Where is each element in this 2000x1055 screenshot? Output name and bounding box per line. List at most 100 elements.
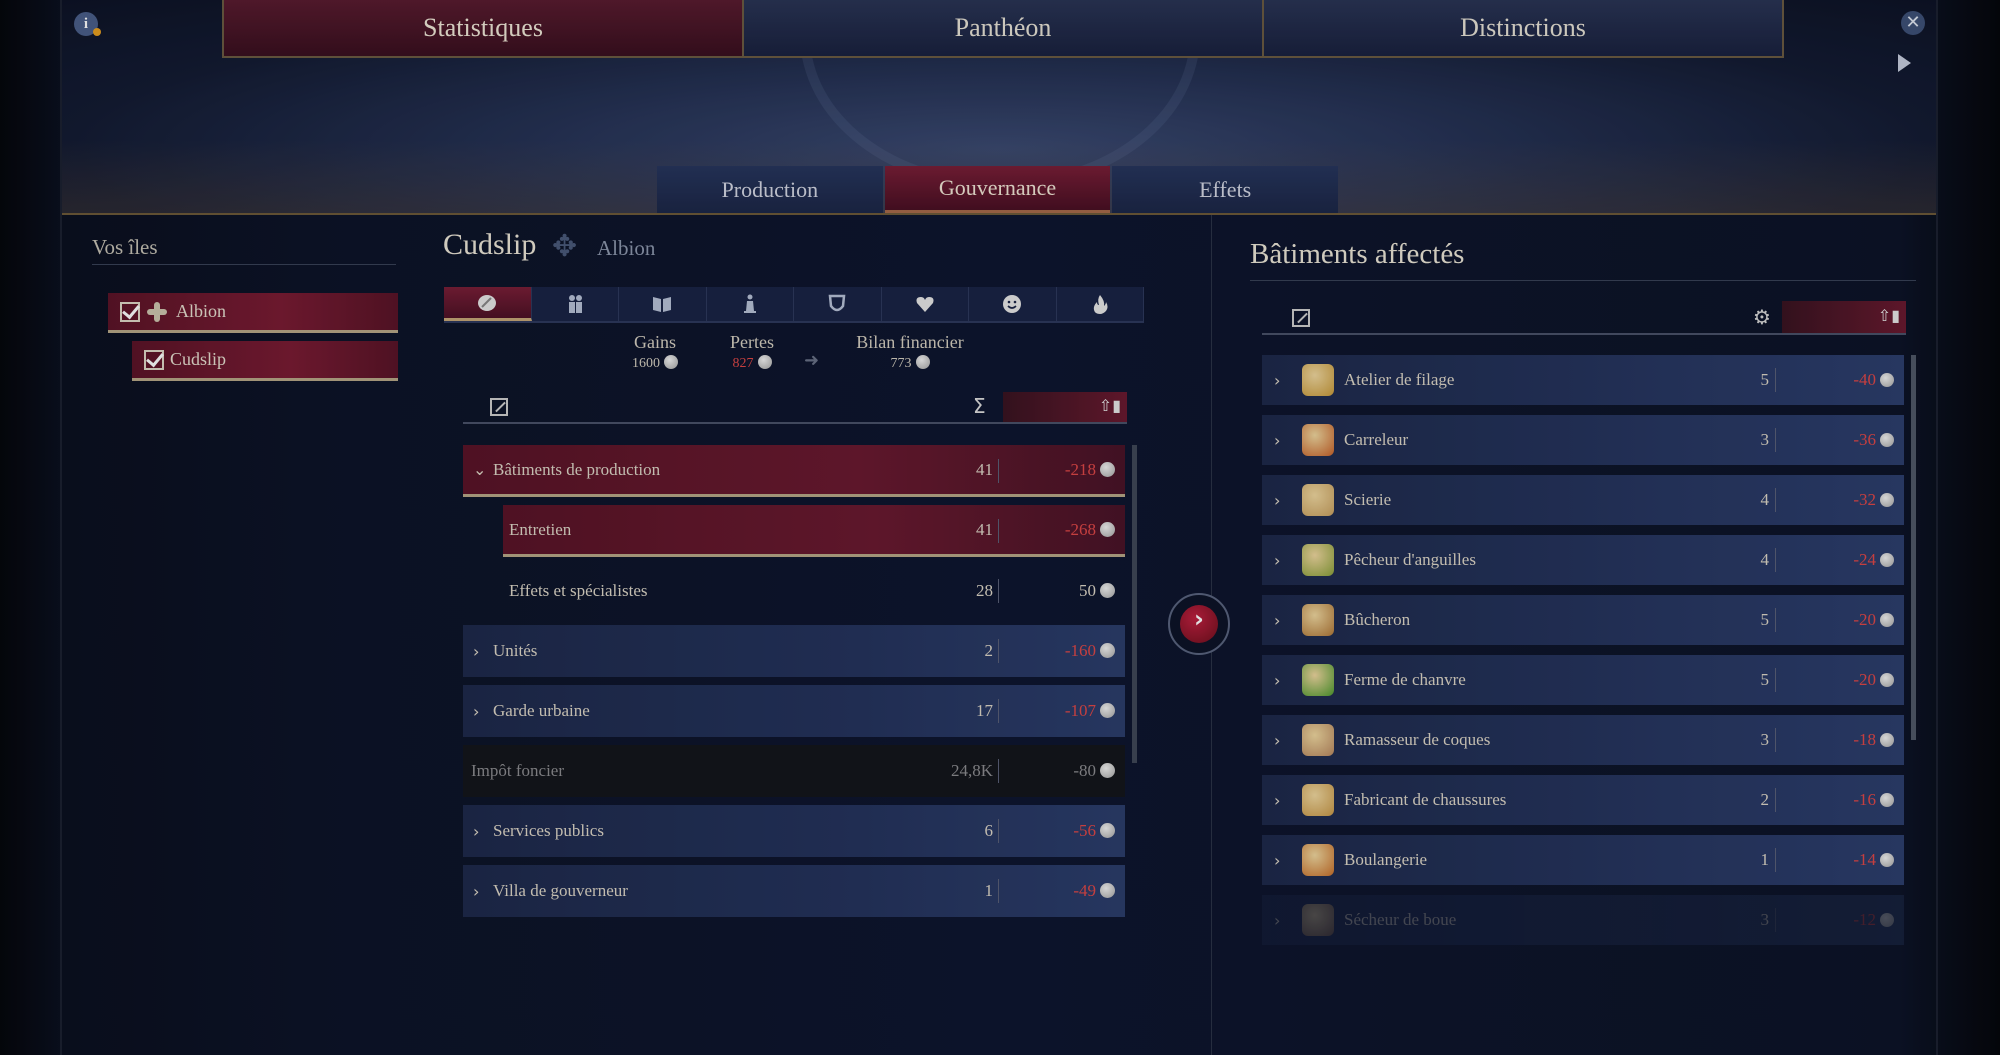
chevron-right-icon[interactable]: ›	[1274, 491, 1292, 510]
chevron-right-icon[interactable]: ›	[473, 642, 487, 661]
chevron-right-icon[interactable]: ›	[473, 882, 487, 901]
coin-icon	[1100, 583, 1115, 598]
scrollbar[interactable]	[1911, 355, 1916, 740]
table-row[interactable]: Effets et spécialistes 28 50	[503, 565, 1125, 617]
heart-icon[interactable]	[882, 287, 969, 321]
building-row[interactable]: › Ramasseur de coques 3 -18	[1262, 715, 1904, 765]
building-row[interactable]: › Sécheur de boue 3 -12	[1262, 895, 1904, 945]
coin-icon	[1880, 373, 1894, 387]
book-icon[interactable]	[619, 287, 707, 321]
chevron-right-icon[interactable]: ›	[473, 702, 487, 721]
building-name: Carreleur	[1344, 430, 1409, 449]
table-row[interactable]: › Unités 2 -160	[463, 625, 1125, 677]
building-amount: -12	[1853, 910, 1876, 929]
island-label: Cudslip	[170, 349, 227, 369]
island-label: Albion	[176, 301, 227, 321]
tab-gouvernance[interactable]: Gouvernance	[884, 166, 1111, 213]
building-name: Ramasseur de coques	[1344, 730, 1491, 749]
divider	[998, 759, 999, 783]
building-icon	[1302, 724, 1334, 756]
city-emblem-icon: ✥	[552, 230, 578, 263]
row-amount: -49	[1073, 881, 1096, 900]
building-amount: -36	[1853, 430, 1876, 449]
building-row[interactable]: › Boulangerie 1 -14	[1262, 835, 1904, 885]
value-sort-button[interactable]: ⇧▮	[1782, 301, 1906, 333]
tab-production[interactable]: Production	[657, 166, 883, 213]
building-row[interactable]: › Pêcheur d'anguilles 4 -24	[1262, 535, 1904, 585]
building-value: -14	[1853, 850, 1894, 870]
building-row[interactable]: › Ferme de chanvre 5 -20	[1262, 655, 1904, 705]
table-header: Σ ⇧▮	[463, 392, 1127, 424]
table-header: ⚙ ⇧▮	[1262, 301, 1906, 335]
table-row[interactable]: ⌄ Bâtiments de production 41 -218	[463, 445, 1125, 497]
coin-icon	[1880, 673, 1894, 687]
select-all-checkbox[interactable]	[490, 398, 508, 416]
chevron-right-icon[interactable]: ›	[1274, 671, 1292, 690]
shield-icon[interactable]	[794, 287, 882, 321]
building-row[interactable]: › Bûcheron 5 -20	[1262, 595, 1904, 645]
divider	[92, 264, 396, 265]
table-row[interactable]: › Services publics 6 -56	[463, 805, 1125, 857]
building-count: 3	[1760, 430, 1770, 449]
workforce-icon[interactable]	[532, 287, 619, 321]
gear-icon[interactable]: ⚙	[1753, 305, 1771, 329]
building-amount: -14	[1853, 850, 1876, 869]
select-all-checkbox[interactable]	[1292, 309, 1310, 327]
divider	[1775, 428, 1776, 452]
scrollbar[interactable]	[1132, 445, 1137, 763]
close-icon[interactable]: ✕	[1901, 11, 1925, 35]
divider	[1775, 368, 1776, 392]
building-name: Boulangerie	[1344, 850, 1428, 869]
chevron-right-icon[interactable]: ›	[1274, 431, 1292, 450]
coin-icon	[1880, 493, 1894, 507]
row-amount: -107	[1064, 701, 1096, 720]
island-item-albion[interactable]: Albion	[108, 293, 398, 333]
fire-icon[interactable]	[1057, 287, 1144, 321]
coin-icon	[1100, 703, 1115, 718]
table-row[interactable]: › Garde urbaine 17 -107	[463, 685, 1125, 737]
row-label: Unités	[493, 641, 538, 660]
play-icon[interactable]	[1898, 54, 1911, 72]
tower-icon[interactable]	[707, 287, 794, 321]
chevron-right-icon[interactable]: ›	[1274, 371, 1292, 390]
smile-icon[interactable]	[969, 287, 1057, 321]
building-value: -40	[1853, 370, 1894, 390]
building-row[interactable]: › Scierie 4 -32	[1262, 475, 1904, 525]
show-buildings-button[interactable]: ›	[1168, 593, 1230, 655]
building-row[interactable]: › Atelier de filage 5 -40	[1262, 355, 1904, 405]
finance-summary: Gains 1600 Pertes 827 ➜ Bilan financier …	[600, 332, 1000, 382]
chevron-right-icon[interactable]: ›	[1274, 791, 1292, 810]
building-name: Pêcheur d'anguilles	[1344, 550, 1476, 569]
chevron-right-icon[interactable]: ›	[1274, 851, 1292, 870]
tab-effets[interactable]: Effets	[1112, 166, 1339, 213]
checkbox-albion[interactable]	[120, 301, 140, 322]
chevron-right-icon[interactable]: ›	[1274, 731, 1292, 750]
tab-distinctions[interactable]: Distinctions	[1262, 0, 1782, 56]
table-row[interactable]: Entretien 41 -268	[503, 505, 1125, 557]
building-row[interactable]: › Carreleur 3 -36	[1262, 415, 1904, 465]
category-bar	[444, 287, 1144, 323]
coin-icon[interactable]	[444, 287, 532, 321]
tab-statistiques[interactable]: Statistiques	[224, 0, 742, 56]
building-icon	[1302, 424, 1334, 456]
building-row[interactable]: › Fabricant de chaussures 2 -16	[1262, 775, 1904, 825]
sum-sort-button[interactable]: Σ	[973, 394, 986, 418]
island-item-cudslip[interactable]: Cudslip	[132, 341, 398, 381]
chevron-down-icon[interactable]: ⌄	[473, 460, 487, 479]
chevron-right-icon[interactable]: ›	[1274, 911, 1292, 930]
building-amount: -18	[1853, 730, 1876, 749]
chevron-right-icon[interactable]: ›	[1274, 611, 1292, 630]
chevron-right-icon[interactable]: ›	[1274, 551, 1292, 570]
tab-pantheon[interactable]: Panthéon	[742, 0, 1262, 56]
row-amount: -268	[1064, 519, 1096, 539]
building-name: Bûcheron	[1344, 610, 1411, 629]
coin-icon	[915, 355, 930, 369]
value-sort-button[interactable]: ⇧▮	[1003, 392, 1127, 422]
sub-tabs: Production Gouvernance Effets	[657, 166, 1340, 213]
table-row[interactable]: › Villa de gouverneur 1 -49	[463, 865, 1125, 917]
divider	[1775, 608, 1776, 632]
checkbox-cudslip[interactable]	[144, 349, 164, 370]
row-amount: 50	[1079, 581, 1096, 600]
row-label: Impôt foncier	[471, 761, 564, 780]
chevron-right-icon[interactable]: ›	[473, 822, 487, 841]
